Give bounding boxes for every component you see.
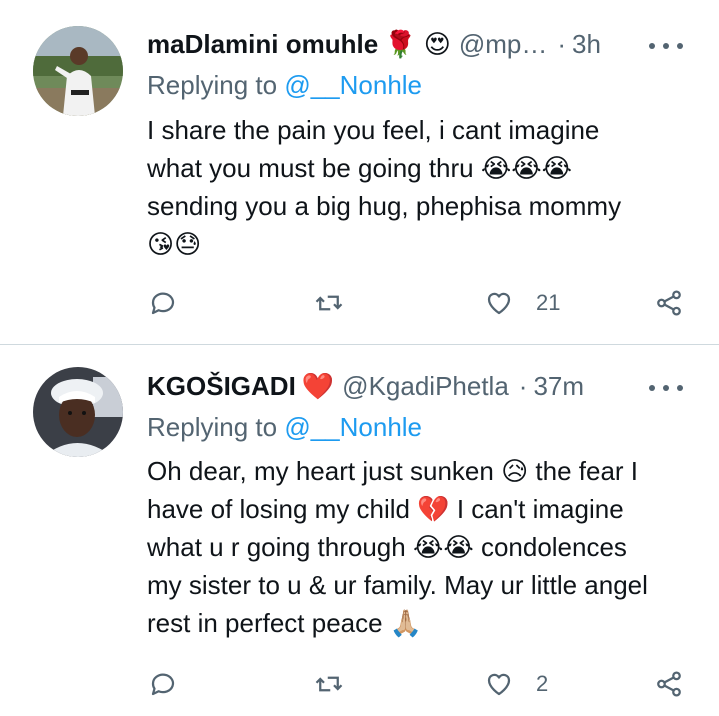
user-handle[interactable]: @KgadiPhetla [342,371,509,402]
replying-to: Replying to @__Nonhle [147,70,422,101]
heart-icon [487,673,511,696]
reply-icon [151,292,175,315]
user-photo-icon [33,367,123,457]
replying-to: Replying to @__Nonhle [147,412,422,443]
heart-icon [487,292,511,315]
separator-dot: · [518,370,528,401]
retweet-button[interactable] [314,286,344,320]
user-handle[interactable]: @mp… [459,29,548,60]
avatar[interactable] [33,367,123,457]
reply-icon [151,673,175,696]
tweet-header: maDlamini omuhle 🌹 😍 @mp… · 3h [147,26,601,62]
tweet-actions: 21 [0,286,719,320]
share-button[interactable] [654,286,684,320]
tweet-text: Oh dear, my heart just sunken 😥 the fear… [147,456,648,638]
tweet-actions: 2 [0,667,719,701]
replying-to-label: Replying to [147,412,278,442]
display-name[interactable]: maDlamini omuhle [147,29,378,60]
more-options-icon[interactable] [649,378,683,398]
share-icon [657,671,681,697]
display-name[interactable]: KGOŠIGADI [147,371,296,402]
share-button[interactable] [654,667,684,701]
timestamp[interactable]: 3h [572,29,601,60]
reply-button[interactable] [148,286,178,320]
mention-link[interactable]: @__Nonhle [284,412,422,442]
name-emoji: 🌹 😍 [384,28,451,59]
like-count: 2 [536,671,549,696]
retweet-icon [315,295,343,311]
user-photo-icon [33,26,123,116]
tweet-header: KGOŠIGADI ❤️ @KgadiPhetla · 37m [147,368,584,404]
avatar[interactable] [33,26,123,116]
reply-button[interactable] [148,667,178,701]
retweet-icon [315,676,343,692]
separator-dot: · [557,28,567,59]
like-button[interactable]: 2 [484,667,548,701]
timestamp[interactable]: 37m [533,371,584,402]
reply-feed: maDlamini omuhle 🌹 😍 @mp… · 3h Replying … [0,0,719,716]
tweet[interactable]: maDlamini omuhle 🌹 😍 @mp… · 3h Replying … [0,0,719,344]
replying-to-label: Replying to [147,70,278,100]
tweet[interactable]: KGOŠIGADI ❤️ @KgadiPhetla · 37m Replying… [0,345,719,716]
tweet-text: I share the pain you feel, i cant imagin… [147,115,622,259]
share-icon [657,290,681,316]
like-count: 21 [536,290,561,315]
like-button[interactable]: 21 [484,286,560,320]
mention-link[interactable]: @__Nonhle [284,70,422,100]
name-emoji: ❤️ [301,370,335,401]
more-options-icon[interactable] [649,36,683,56]
retweet-button[interactable] [314,667,344,701]
